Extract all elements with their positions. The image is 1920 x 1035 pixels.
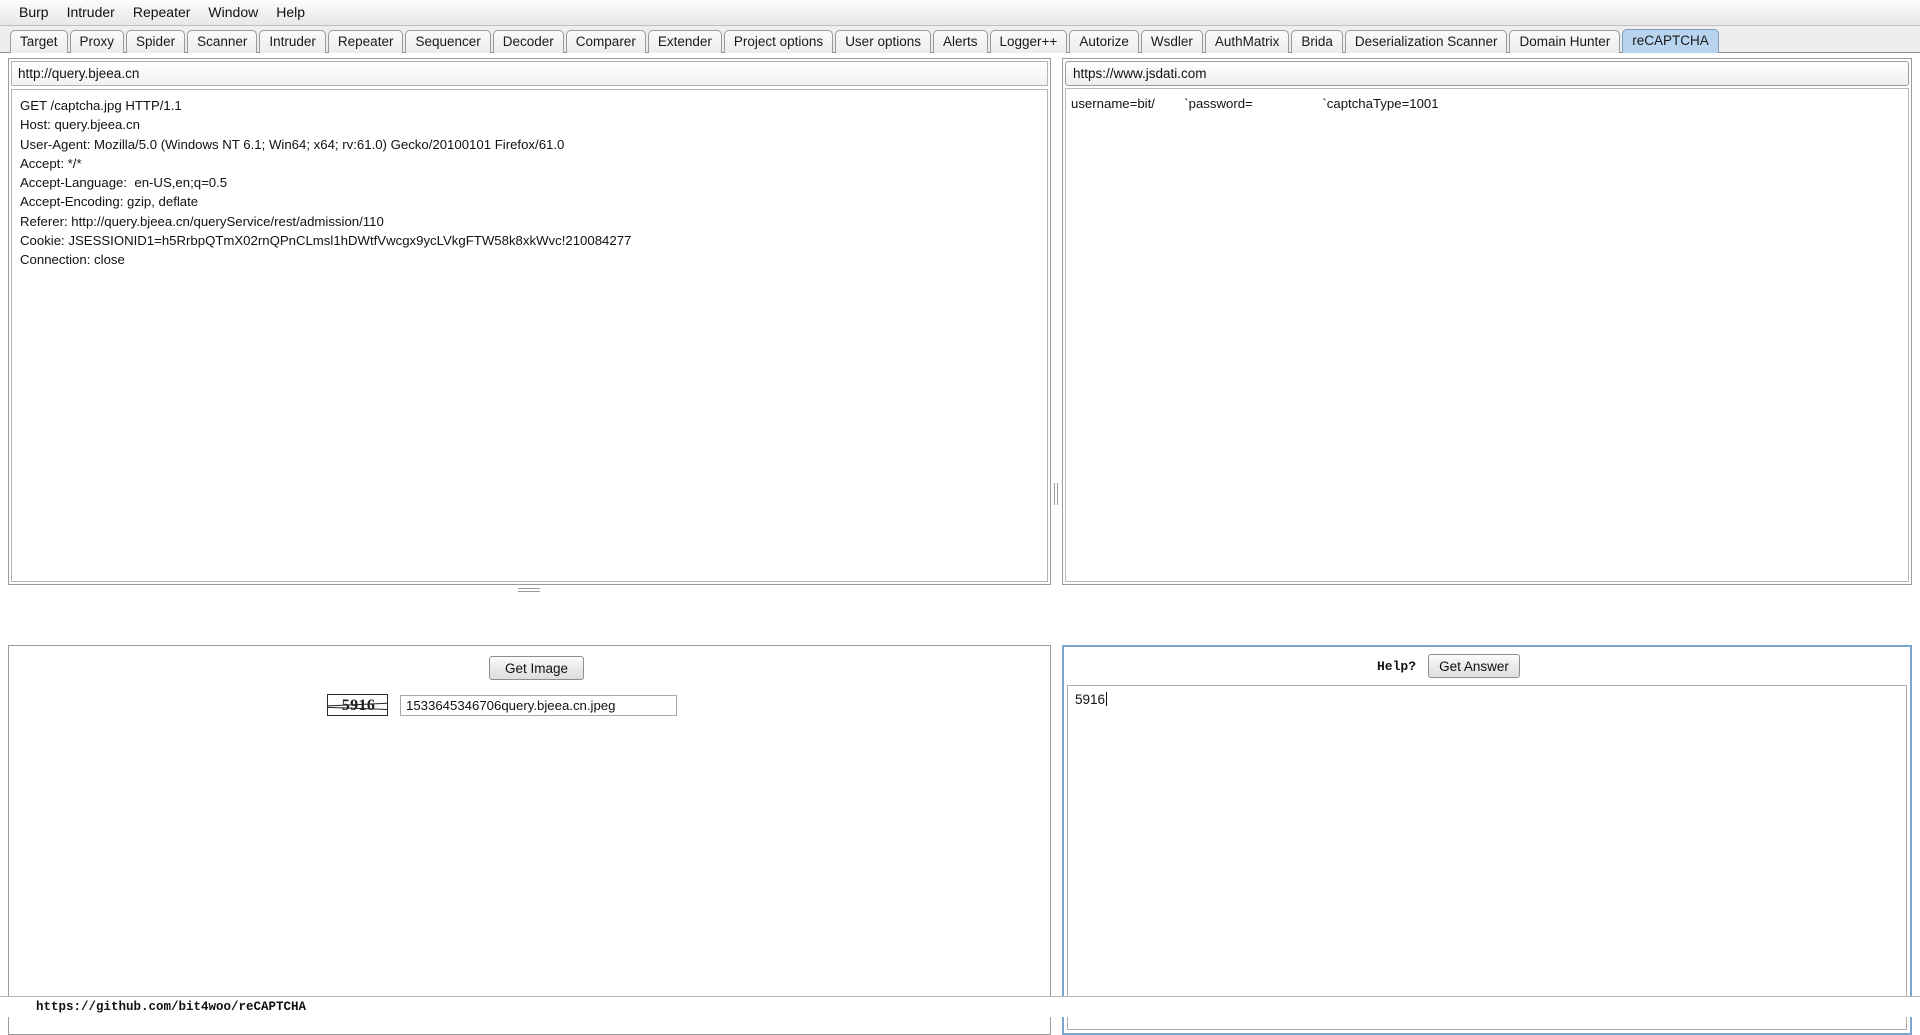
- answer-panel: Help? Get Answer 5916: [1062, 645, 1912, 1035]
- tab-sequencer[interactable]: Sequencer: [405, 30, 491, 53]
- request-line: Accept-Language: en-US,en;q=0.5: [20, 175, 228, 191]
- tab-repeater[interactable]: Repeater: [327, 30, 404, 53]
- menu-item-repeater[interactable]: Repeater: [124, 2, 200, 23]
- main-tab-bar: Target Proxy Spider Scanner Intruder Rep…: [0, 26, 1920, 53]
- tab-comparer[interactable]: Comparer: [565, 30, 646, 53]
- tab-logger-plus-plus[interactable]: Logger++: [989, 30, 1068, 53]
- tab-authmatrix[interactable]: AuthMatrix: [1204, 30, 1290, 53]
- tab-domain-hunter[interactable]: Domain Hunter: [1509, 30, 1621, 53]
- request-line: Connection: close: [20, 252, 125, 268]
- request-panel: http://query.bjeea.cn GET /captcha.jpg H…: [8, 58, 1051, 585]
- tab-target[interactable]: Target: [10, 30, 68, 53]
- menu-item-intruder[interactable]: Intruder: [58, 2, 124, 23]
- tab-spider[interactable]: Spider: [126, 30, 186, 53]
- tab-recaptcha[interactable]: reCAPTCHA: [1622, 29, 1719, 53]
- help-label[interactable]: Help?: [1377, 659, 1416, 674]
- github-repo-link[interactable]: https://github.com/bit4woo/reCAPTCHA: [36, 1000, 306, 1014]
- tab-user-options[interactable]: User options: [835, 30, 931, 53]
- captcha-row: 5916: [327, 694, 677, 716]
- tab-extender[interactable]: Extender: [647, 30, 722, 53]
- captcha-filename-input[interactable]: [400, 694, 677, 716]
- request-line: GET /captcha.jpg HTTP/1.1: [20, 98, 182, 113]
- captcha-image-panel: Get Image 5916: [8, 645, 1051, 1035]
- tab-autorize[interactable]: Autorize: [1069, 30, 1139, 53]
- workspace: http://query.bjeea.cn GET /captcha.jpg H…: [0, 53, 1920, 1035]
- request-line: User-Agent: Mozilla/5.0 (Windows NT 6.1;…: [20, 136, 565, 152]
- tab-scanner[interactable]: Scanner: [187, 30, 258, 53]
- captcha-image: 5916: [327, 694, 388, 716]
- tab-project-options[interactable]: Project options: [723, 30, 834, 53]
- service-url-combobox[interactable]: https://www.jsdati.com: [1065, 61, 1909, 86]
- answer-textarea[interactable]: 5916: [1067, 685, 1907, 1030]
- tab-deserialization-scanner[interactable]: Deserialization Scanner: [1344, 30, 1508, 53]
- request-line: Host: query.bjeea.cn: [20, 117, 140, 133]
- tab-wsdler[interactable]: Wsdler: [1140, 30, 1203, 53]
- vertical-splitter-top[interactable]: [1054, 483, 1058, 505]
- answer-toolbar: Help? Get Answer: [1064, 647, 1910, 685]
- account-list[interactable]: username=bit/ `password= `captchaType=10…: [1065, 88, 1909, 582]
- request-line: Accept: */*: [20, 155, 82, 171]
- tab-proxy[interactable]: Proxy: [69, 30, 125, 53]
- tab-alerts[interactable]: Alerts: [932, 30, 988, 53]
- request-line: Accept-Encoding: gzip, deflate: [20, 194, 199, 210]
- service-account-panel: https://www.jsdati.com username=bit/ `pa…: [1062, 58, 1912, 585]
- request-line: Cookie: JSESSIONID1=h5RrbpQTmX02rnQPnCLm…: [20, 233, 632, 249]
- tab-intruder[interactable]: Intruder: [259, 30, 326, 53]
- menu-item-help[interactable]: Help: [267, 2, 314, 23]
- text-caret: [1106, 692, 1108, 706]
- request-url-field[interactable]: http://query.bjeea.cn: [11, 61, 1048, 86]
- list-item[interactable]: username=bit/ `password= `captchaType=10…: [1071, 95, 1908, 113]
- get-answer-button[interactable]: Get Answer: [1428, 654, 1520, 678]
- answer-value: 5916: [1075, 692, 1106, 707]
- menu-item-burp[interactable]: Burp: [10, 2, 58, 23]
- request-line: Referer: http://query.bjeea.cn/queryServ…: [20, 213, 384, 229]
- tab-decoder[interactable]: Decoder: [492, 30, 564, 53]
- horizontal-splitter-left[interactable]: [518, 588, 540, 592]
- get-image-button[interactable]: Get Image: [489, 656, 584, 680]
- request-body-editor[interactable]: GET /captcha.jpg HTTP/1.1 Host: query.bj…: [11, 89, 1048, 582]
- status-bar: https://github.com/bit4woo/reCAPTCHA: [0, 996, 1920, 1017]
- tab-brida[interactable]: Brida: [1291, 30, 1343, 53]
- menu-bar: Burp Intruder Repeater Window Help: [0, 0, 1920, 26]
- menu-item-window[interactable]: Window: [199, 2, 267, 23]
